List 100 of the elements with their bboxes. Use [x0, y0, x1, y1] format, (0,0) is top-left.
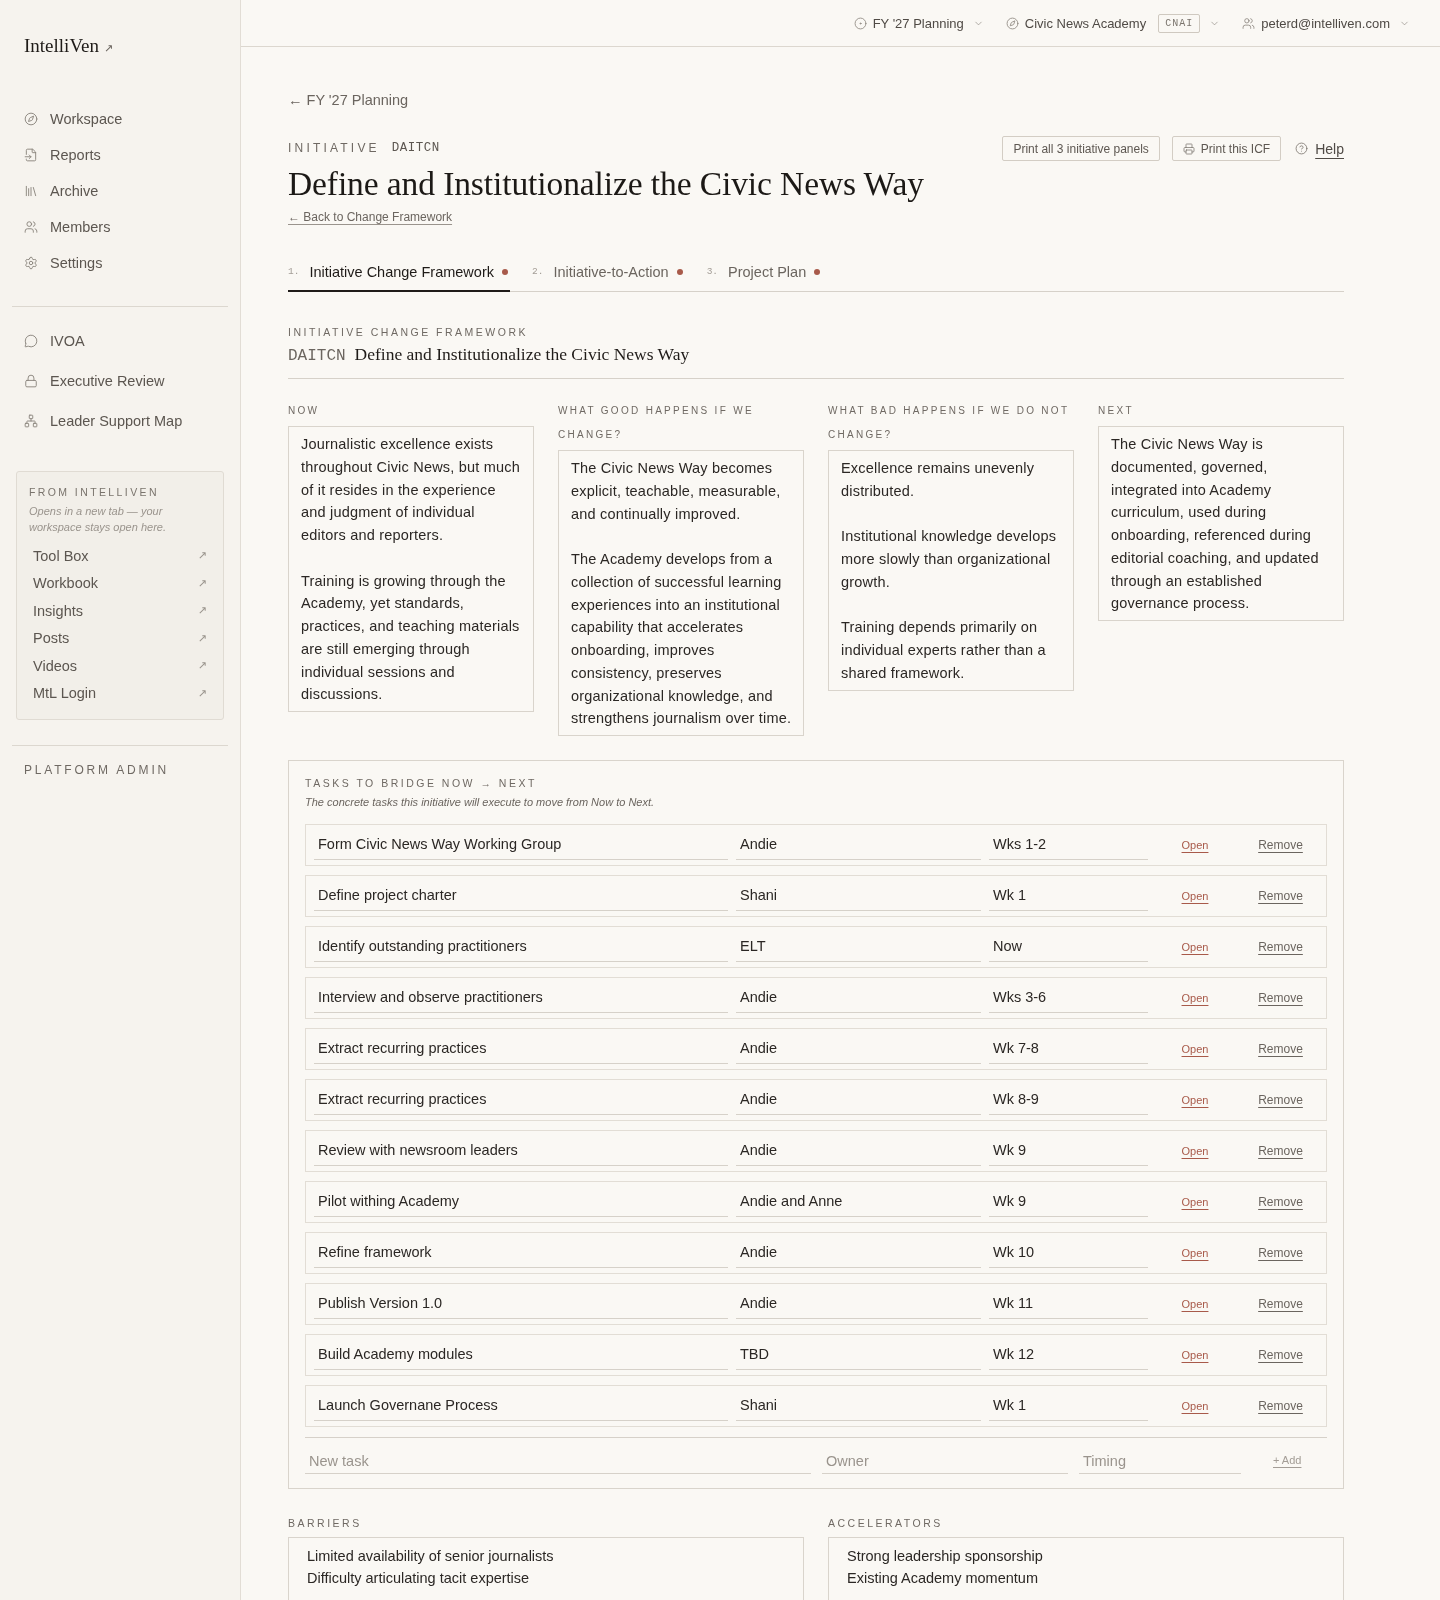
tab[interactable]: 3. Project Plan	[706, 261, 823, 292]
open-link[interactable]: Open	[1181, 1349, 1209, 1361]
remove-link[interactable]: Remove	[1258, 1348, 1303, 1362]
external-link[interactable]: Insights ↗	[29, 597, 207, 625]
open-link[interactable]: Open	[1181, 1298, 1209, 1310]
note-paragraph: Excellence remains unevenly distributed.	[841, 459, 1036, 501]
task-name-field[interactable]: Launch Governane Process	[314, 1391, 728, 1421]
owner-field[interactable]: ELT	[736, 932, 981, 962]
task-name-field[interactable]: Extract recurring practices	[314, 1034, 728, 1064]
owner-field[interactable]: Andie	[736, 1289, 981, 1319]
owner-field[interactable]: Andie	[736, 1136, 981, 1166]
external-link[interactable]: Tool Box ↗	[29, 542, 207, 570]
remove-link[interactable]: Remove	[1258, 1297, 1303, 1311]
remove-link[interactable]: Remove	[1258, 1093, 1303, 1107]
remove-link[interactable]: Remove	[1258, 1042, 1303, 1056]
timing-field[interactable]: Wks 1-2	[989, 830, 1148, 860]
owner-field[interactable]: Owner	[822, 1445, 1068, 1474]
nav-item[interactable]: Workspace	[12, 101, 228, 137]
task-name-field[interactable]: Review with newsroom leaders	[314, 1136, 728, 1166]
task-name-field[interactable]: Pilot withing Academy	[314, 1187, 728, 1217]
open-link[interactable]: Open	[1181, 1247, 1209, 1259]
nav-item[interactable]: Members	[12, 209, 228, 245]
panel-title: FROM INTELLIVEN	[29, 485, 160, 499]
owner-field[interactable]: Andie	[736, 983, 981, 1013]
owner-field[interactable]: Andie and Anne	[736, 1187, 981, 1217]
back-link[interactable]: ← Back to Change Framework	[288, 209, 453, 225]
timing-field[interactable]: Wk 1	[989, 1391, 1148, 1421]
owner-field[interactable]: Shani	[736, 1391, 981, 1421]
list-item: Strong leadership sponsorship	[847, 1547, 1044, 1566]
task-name-field[interactable]: Form Civic News Way Working Group	[314, 830, 728, 860]
task-name-field[interactable]: Define project charter	[314, 881, 728, 911]
open-link[interactable]: Open	[1181, 839, 1209, 851]
timing-field[interactable]: Wk 10	[989, 1238, 1148, 1268]
timing-field[interactable]: Wk 8-9	[989, 1085, 1148, 1115]
note-paragraph: The Academy develops from a collection of successful learning experiences into an institutional capability that accelerates onboarding, improves consistency, preserves organizational knowledge, and strengthens journalism over time.	[571, 550, 793, 729]
nav-item[interactable]: Archive	[12, 173, 228, 209]
remove-link[interactable]: Remove	[1258, 991, 1303, 1005]
owner-field[interactable]: Shani	[736, 881, 981, 911]
compass-icon	[24, 112, 38, 126]
remove-link[interactable]: Remove	[1258, 1246, 1303, 1260]
external-link[interactable]: MtL Login ↗	[29, 679, 207, 707]
open-link[interactable]: Open	[1181, 992, 1209, 1004]
open-link[interactable]: Open	[1181, 1145, 1209, 1157]
remove-link[interactable]: Remove	[1258, 1195, 1303, 1209]
nav-item[interactable]: Leader Support Map	[12, 401, 228, 441]
breadcrumb-link[interactable]: ← FY '27 Planning	[288, 90, 409, 110]
owner-field[interactable]: Andie	[736, 1238, 981, 1268]
task-name-field[interactable]: Extract recurring practices	[314, 1085, 728, 1115]
tab[interactable]: 2. Initiative-to-Action	[531, 261, 685, 292]
organization-menu[interactable]: Civic News Academy CNAI	[1005, 9, 1221, 37]
task-name-field[interactable]: Publish Version 1.0	[314, 1289, 728, 1319]
open-link[interactable]: Open	[1181, 1043, 1209, 1055]
account-menu[interactable]: peterd@intelliven.com	[1242, 11, 1410, 35]
external-link[interactable]: Posts ↗	[29, 624, 207, 652]
remove-link[interactable]: Remove	[1258, 838, 1303, 852]
open-link[interactable]: Open	[1181, 890, 1209, 902]
external-link[interactable]: Videos ↗	[29, 652, 207, 680]
task-name-field[interactable]: Build Academy modules	[314, 1340, 728, 1370]
timing-field[interactable]: Wk 9	[989, 1187, 1148, 1217]
timing-field[interactable]: Wk 12	[989, 1340, 1148, 1370]
owner-field[interactable]: Andie	[736, 1034, 981, 1064]
help-link[interactable]: Help	[1295, 140, 1344, 157]
timing-field[interactable]: Wks 3-6	[989, 983, 1148, 1013]
column-heading: NOW	[288, 404, 321, 418]
print-button[interactable]: Print all 3 initiative panels	[1002, 136, 1160, 161]
timing-field[interactable]: Wk 9	[989, 1136, 1148, 1166]
nav-item[interactable]: Settings	[12, 245, 228, 281]
tab[interactable]: 1. Initiative Change Framework	[288, 261, 510, 292]
list-item: Difficulty articulating tacit expertise	[307, 1569, 531, 1588]
task-name-field[interactable]: Identify outstanding practitioners	[314, 932, 728, 962]
remove-link[interactable]: Remove	[1258, 889, 1303, 903]
remove-link[interactable]: Remove	[1258, 1144, 1303, 1158]
timing-field[interactable]: Wk 7-8	[989, 1034, 1148, 1064]
open-link[interactable]: Open	[1181, 1196, 1209, 1208]
users-icon	[1242, 16, 1256, 30]
page-title: Define and Institutionalize the Civic News Way	[288, 164, 924, 204]
plan-menu[interactable]: FY '27 Planning	[853, 11, 984, 35]
external-link[interactable]: Workbook ↗	[29, 569, 207, 597]
column-heading: ACCELERATORS	[828, 1516, 944, 1530]
owner-field[interactable]: TBD	[736, 1340, 981, 1370]
print-button[interactable]: Print this ICF	[1171, 136, 1282, 161]
section-title: Define and Institutionalize the Civic News Way	[354, 343, 690, 365]
task-name-field[interactable]: Interview and observe practitioners	[314, 983, 728, 1013]
open-link[interactable]: Open	[1181, 1094, 1209, 1106]
nav-item[interactable]: Reports	[12, 137, 228, 173]
open-link[interactable]: Open	[1181, 941, 1209, 953]
timing-field[interactable]: Wk 1	[989, 881, 1148, 911]
timing-field[interactable]: Now	[989, 932, 1148, 962]
nav-item[interactable]: Executive Review	[12, 361, 228, 401]
owner-field[interactable]: Andie	[736, 1085, 981, 1115]
remove-link[interactable]: Remove	[1258, 1399, 1303, 1413]
nav-item[interactable]: IVOA	[12, 321, 228, 361]
logo-link[interactable]: IntelliVen ↗	[12, 34, 114, 60]
new-task-field[interactable]: New task	[305, 1445, 811, 1474]
task-name-field[interactable]: Refine framework	[314, 1238, 728, 1268]
remove-link[interactable]: Remove	[1258, 940, 1303, 954]
owner-field[interactable]: Andie	[736, 830, 981, 860]
timing-field[interactable]: Wk 11	[989, 1289, 1148, 1319]
open-link[interactable]: Open	[1181, 1400, 1209, 1412]
timing-field[interactable]: Timing	[1079, 1445, 1241, 1474]
